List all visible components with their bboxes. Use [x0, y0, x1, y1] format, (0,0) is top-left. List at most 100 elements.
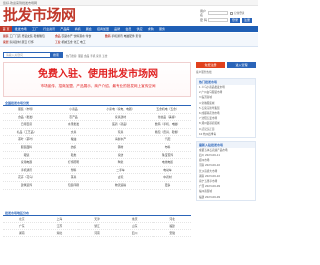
remember-checkbox[interactable] — [230, 11, 233, 15]
category-link[interactable]: 更多 — [144, 182, 191, 190]
category-link[interactable]: 玩具 — [97, 129, 144, 137]
region-link[interactable]: 北京 — [3, 216, 41, 223]
category-link[interactable]: 电动车 — [144, 167, 191, 175]
category-link[interactable]: 茶具 — [50, 174, 97, 182]
category-link[interactable]: 礼品（工艺品） — [3, 129, 50, 137]
category-link[interactable]: 家具建材 — [97, 114, 144, 122]
username-input[interactable] — [208, 11, 228, 15]
category-link[interactable]: 眼镜 — [3, 152, 50, 160]
region-link[interactable]: 河北 — [153, 216, 191, 223]
category-link[interactable]: 建筑装饰 — [3, 182, 50, 190]
username-label: 用户名 — [200, 9, 207, 17]
hot-market-item[interactable]: 10 杭州四季青 — [197, 132, 255, 137]
category-link[interactable]: 塑料 — [50, 167, 97, 175]
category-link[interactable]: 小家电（家电、电器） — [97, 106, 144, 114]
category-links[interactable]: 家具建材 厨卫 灯饰 — [10, 40, 34, 44]
search-input[interactable]: 请输入关键词 — [4, 53, 50, 57]
category-link[interactable]: 家用电器 — [3, 159, 50, 167]
category-link[interactable]: 包装印刷 — [50, 182, 97, 190]
region-link[interactable]: 河南 — [78, 230, 116, 237]
category-link[interactable]: 日用百货 — [3, 121, 50, 129]
category-link[interactable]: 水果批发 — [50, 121, 97, 129]
nav-item[interactable]: 招商加盟 — [94, 26, 111, 32]
region-link[interactable]: 天津 — [78, 216, 116, 223]
nav-item[interactable]: 批发市场 — [12, 26, 29, 32]
category-link[interactable]: 钢材 — [97, 144, 144, 152]
nav-item[interactable]: 供应 — [134, 26, 145, 32]
site-logo[interactable]: 批发市场网 — [3, 8, 76, 23]
region-link[interactable]: 上海 — [40, 216, 79, 223]
category-link[interactable]: 数码（手机、电脑） — [144, 121, 191, 129]
category-link[interactable]: 二手车 — [97, 167, 144, 175]
region-link[interactable]: 湖南 — [3, 230, 41, 237]
category-link[interactable]: 汽配 — [144, 136, 191, 144]
category-link[interactable]: 箱包（皮具、鞋帽） — [144, 129, 191, 137]
nav-item[interactable]: 工厂 — [29, 26, 40, 32]
category-link[interactable]: 古玩 — [97, 174, 144, 182]
region-link[interactable]: 重庆 — [115, 216, 154, 223]
nav-item[interactable]: 展会 — [83, 26, 94, 32]
category-link[interactable]: 服装面料 — [3, 144, 50, 152]
category-links[interactable]: 手机通讯 电脑配件 影音 — [112, 34, 142, 38]
category-link[interactable]: 布料 — [144, 144, 191, 152]
category-link[interactable]: 陶瓷 — [97, 159, 144, 167]
category-link[interactable]: 鞋类 — [50, 152, 97, 160]
greeting-text: 您好,欢迎来到批发市场网 — [3, 1, 37, 5]
password-input[interactable] — [208, 18, 228, 22]
nav-item[interactable]: 商机 — [72, 26, 83, 32]
free-register-button[interactable]: 免费注册 — [196, 62, 225, 68]
nav-item[interactable]: 行业资讯 — [41, 26, 58, 32]
category-link[interactable]: 粮油 — [50, 136, 97, 144]
region-link[interactable]: 江苏 — [40, 223, 79, 230]
category-link[interactable]: 灯饰照明 — [50, 159, 97, 167]
region-link[interactable]: 浙江 — [78, 223, 116, 230]
category-link[interactable]: 中药材 — [144, 174, 191, 182]
category-link[interactable]: 化妆品（美容） — [144, 114, 191, 122]
category-title: 数码 — [105, 34, 111, 38]
category-group[interactable]: 家居 家具建材 厨卫 灯饰 — [3, 40, 34, 44]
category-link[interactable]: 服装（市场） — [3, 106, 50, 114]
category-link[interactable]: 小商品 — [50, 106, 97, 114]
region-link[interactable]: 福建 — [153, 223, 191, 230]
promo-banner[interactable]: 免费入驻、使用批发市场网 市场宣传、招商加盟、产品展示、商户介绍，最专业的批发网… — [3, 62, 191, 97]
search-button[interactable]: 搜索 — [50, 53, 62, 57]
category-link[interactable]: 食品（批发） — [3, 114, 50, 122]
category-link[interactable]: 物流运输 — [97, 182, 144, 190]
category-group[interactable]: 工业 机械五金 化工 电工 — [55, 40, 86, 44]
category-link[interactable]: 茶叶（茶叶） — [3, 136, 50, 144]
nav-item[interactable]: 首 页 — [0, 26, 13, 32]
category-link[interactable]: 电线电缆 — [144, 159, 191, 167]
nav-item[interactable]: 品牌 — [112, 26, 123, 32]
nav-item[interactable]: 产品库 — [58, 26, 72, 32]
category-link[interactable]: 医药（药品） — [97, 121, 144, 129]
nav-item[interactable]: 服务 — [156, 26, 167, 32]
category-link[interactable]: 文具 — [50, 129, 97, 137]
manage-button[interactable]: 进入管理 — [227, 62, 256, 68]
category-links[interactable]: 机械五金 化工 电工 — [62, 40, 86, 44]
region-link[interactable]: 广东 — [3, 223, 41, 230]
region-link[interactable]: 安徽 — [153, 230, 191, 237]
login-button[interactable]: 登录 — [230, 17, 241, 23]
hot-search-links[interactable]: 热门搜索: 服装 食品 手机 家具 五金 — [66, 54, 107, 58]
category-link[interactable]: 纺织 — [50, 144, 97, 152]
category-group[interactable]: 数码 手机通讯 电脑配件 影音 — [105, 34, 141, 38]
category-link[interactable]: 农产品 — [50, 114, 97, 122]
category-link[interactable]: 珠宝首饰 — [144, 152, 191, 160]
nav-item[interactable]: 会员 — [123, 26, 134, 32]
category-link[interactable]: 家纺 — [97, 152, 144, 160]
category-links[interactable]: 工厂门店 男装女装 鞋帽箱包 — [10, 34, 45, 38]
nav-item[interactable]: 求购 — [145, 26, 156, 32]
region-link[interactable]: 四川 — [115, 230, 154, 237]
category-link[interactable]: 五金机电（五金） — [144, 106, 191, 114]
category-group[interactable]: 食品 农副水产 饮料酒水 零食 — [55, 34, 91, 38]
category-link[interactable]: 海鲜水产 — [97, 136, 144, 144]
category-link[interactable]: 手机通讯 — [3, 167, 50, 175]
region-link[interactable]: 山东 — [115, 223, 154, 230]
region-link[interactable]: 湖北 — [40, 230, 79, 237]
category-links[interactable]: 农副水产 饮料酒水 零食 — [62, 34, 92, 38]
register-button[interactable]: 注册 — [242, 17, 253, 23]
category-group[interactable]: 服装 工厂门店 男装女装 鞋帽箱包 — [3, 34, 45, 38]
main-nav: 首 页 批发市场 工厂 行业资讯 产品库 商机 展会 招商加盟 品牌 会员 供应… — [0, 26, 258, 32]
category-title: 服装 — [3, 34, 9, 38]
category-link[interactable]: 花卉（花鸟） — [3, 174, 50, 182]
